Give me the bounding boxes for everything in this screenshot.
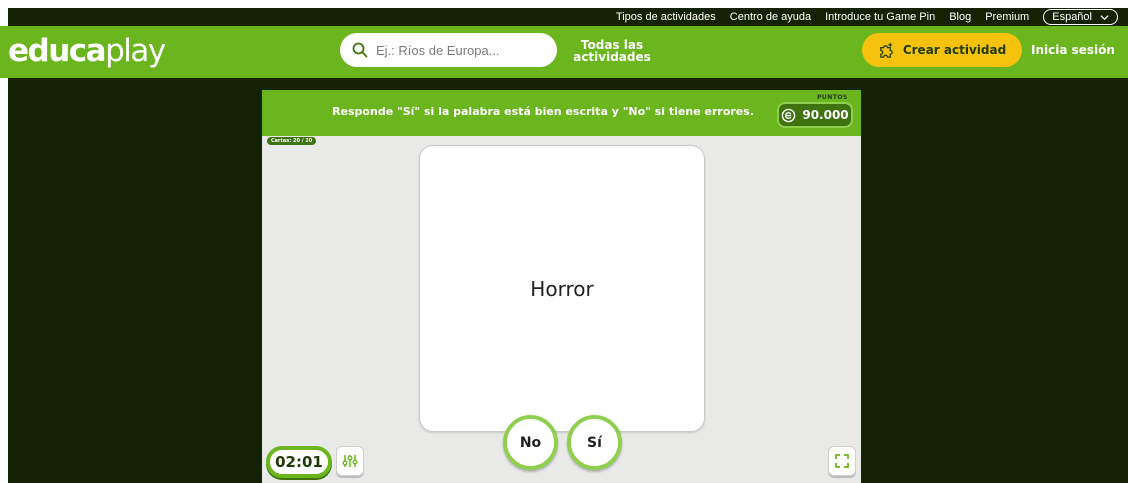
game-header: Responde "Sí" si la palabra está bien es… (262, 90, 861, 136)
fullscreen-button[interactable] (828, 446, 856, 476)
create-activity-label: Crear actividad (902, 43, 1007, 57)
language-select[interactable]: Español (1043, 9, 1118, 25)
points-label: PUNTOS (817, 94, 848, 101)
link-game-pin[interactable]: Introduce tu Game Pin (825, 11, 935, 23)
cards-counter: Cartas: 20 / 20 (267, 137, 317, 145)
chevron-down-icon (1100, 14, 1109, 20)
game-panel: Responde "Sí" si la palabra está bien es… (262, 90, 861, 483)
points-counter: 90.000 (777, 102, 853, 128)
educaplay-logo[interactable]: educaplay (8, 33, 166, 69)
search-input[interactable] (376, 42, 546, 58)
puzzle-icon (880, 42, 893, 58)
main-header: educaplay Todas las actividades Crear ac… (0, 26, 1128, 78)
settings-button[interactable] (336, 446, 364, 476)
link-activity-types[interactable]: Tipos de actividades (616, 11, 716, 23)
card-word: Horror (530, 276, 594, 301)
language-selected: Español (1052, 11, 1092, 23)
link-help-center[interactable]: Centro de ayuda (730, 11, 811, 23)
create-activity-button[interactable]: Crear actividad (862, 33, 1022, 67)
top-bar: Tipos de actividades Centro de ayuda Int… (8, 8, 1128, 26)
logo-part-bold: educa (8, 33, 107, 69)
top-links: Tipos de actividades Centro de ayuda Int… (616, 8, 1118, 26)
logo-part-light: play (105, 33, 166, 69)
search-box[interactable] (340, 33, 557, 67)
game-instruction: Responde "Sí" si la palabra está bien es… (332, 105, 754, 118)
all-activities-link[interactable]: Todas las actividades (572, 39, 652, 63)
no-button[interactable]: No (503, 415, 558, 470)
points-value: 90.000 (802, 108, 849, 122)
yes-button[interactable]: Sí (567, 415, 622, 470)
fullscreen-icon (835, 454, 849, 468)
sliders-icon (342, 455, 358, 467)
timer: 02:01 (266, 446, 332, 478)
search-icon (352, 42, 368, 58)
link-blog[interactable]: Blog (949, 11, 971, 23)
word-card: Horror (419, 145, 705, 432)
login-link[interactable]: Inicia sesión (1031, 43, 1115, 57)
coin-icon (782, 108, 796, 122)
link-premium[interactable]: Premium (985, 11, 1029, 23)
